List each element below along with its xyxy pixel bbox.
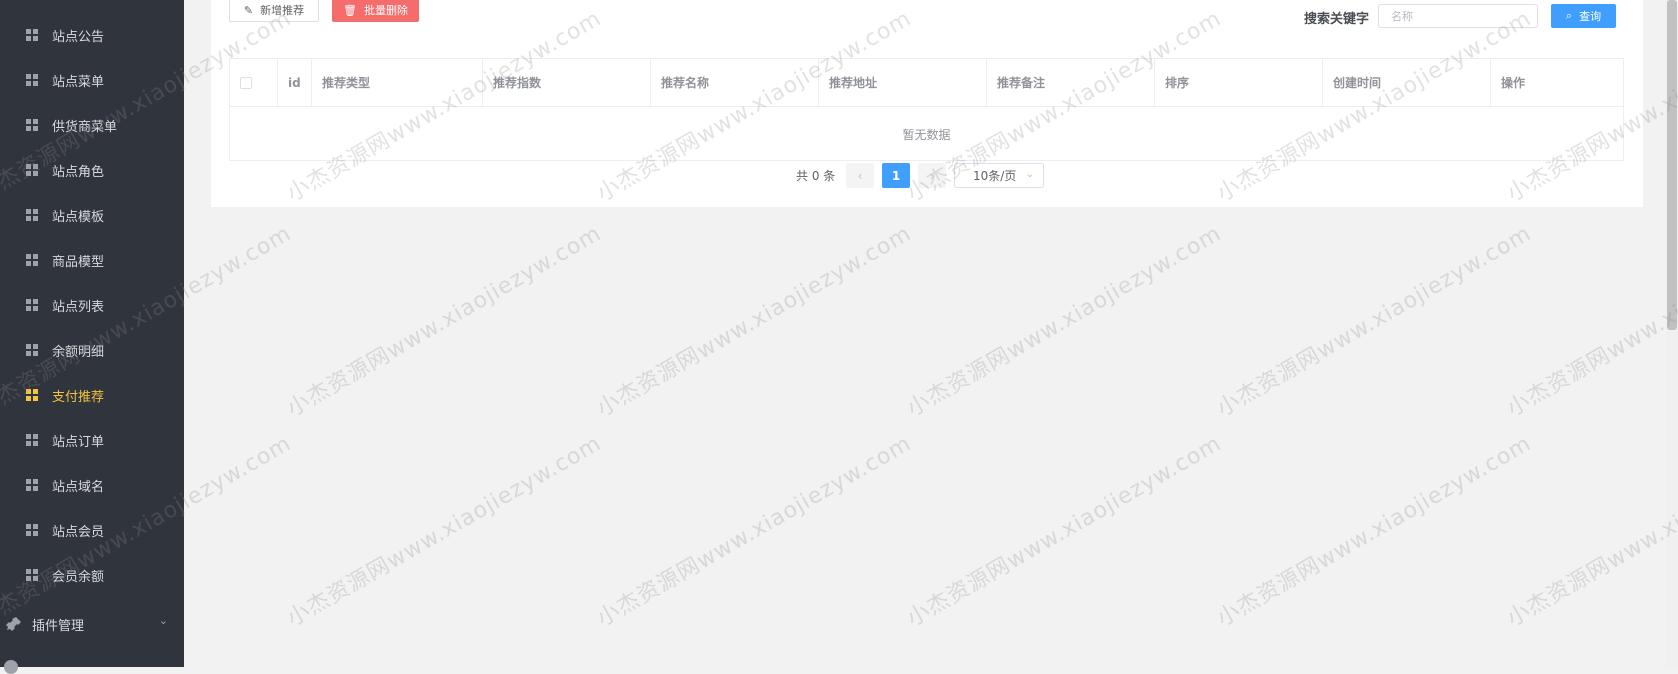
grid-icon	[26, 299, 38, 311]
column-sort: 排序	[1155, 59, 1323, 106]
grid-icon	[26, 479, 38, 491]
sidebar-item-site-domain[interactable]: 站点域名	[0, 465, 184, 505]
user-icon	[4, 660, 18, 674]
sidebar-item-label: 余额明细	[52, 344, 105, 360]
add-recommend-button[interactable]: ✎ 新增推荐	[229, 0, 319, 22]
watermark-text: 小杰资源网www.xiaojiezyw.com	[903, 431, 1226, 632]
sidebar-item-label: 站点会员	[52, 524, 105, 540]
watermark-text: 小杰资源网www.xiaojiezyw.com	[593, 221, 916, 422]
sidebar-item-site-menu[interactable]: 站点菜单	[0, 60, 184, 100]
select-all-checkbox[interactable]	[240, 76, 252, 89]
sidebar-group-label: 插件管理	[32, 618, 85, 634]
batch-delete-label: 批量删除	[363, 4, 408, 17]
sidebar-item-site-list[interactable]: 站点列表	[0, 285, 184, 325]
search-label: 搜索关键字	[1304, 12, 1370, 27]
grid-icon	[26, 74, 38, 86]
sidebar: 站点公告 站点菜单 供货商菜单 站点角色 站点模板 商品模型 站点列表 余额明细…	[0, 0, 184, 674]
sidebar-item-site-member[interactable]: 站点会员	[0, 510, 184, 550]
column-created-time: 创建时间	[1323, 59, 1491, 106]
grid-icon	[26, 389, 38, 401]
batch-delete-button[interactable]: 🗑 批量删除	[332, 0, 419, 22]
chevron-down-icon: ⌄	[158, 614, 168, 627]
plug-icon	[6, 617, 21, 631]
sidebar-item-label: 站点公告	[52, 29, 105, 45]
page-size-value: 10条/页	[973, 169, 1017, 183]
sidebar-item-product-model[interactable]: 商品模型	[0, 240, 184, 280]
sidebar-item-label: 商品模型	[52, 254, 105, 270]
grid-icon	[26, 524, 38, 536]
column-id: id	[278, 59, 312, 106]
search-input[interactable]	[1378, 4, 1538, 28]
sidebar-item-label: 站点域名	[52, 479, 105, 495]
grid-icon	[26, 434, 38, 446]
sidebar-item-supplier-menu[interactable]: 供货商菜单	[0, 105, 184, 145]
sidebar-item-member-balance[interactable]: 会员余额	[0, 555, 184, 595]
grid-icon	[26, 344, 38, 356]
pagination-total: 共 0 条	[796, 169, 836, 183]
sidebar-item-label: 站点角色	[52, 164, 105, 180]
watermark-text: 小杰资源网www.xiaojiezyw.com	[593, 431, 916, 632]
column-actions: 操作	[1501, 76, 1526, 90]
watermark-text: 小杰资源网www.xiaojiezyw.com	[1213, 221, 1536, 422]
sidebar-item-label: 站点模板	[52, 209, 105, 225]
column-recommend-index: 推荐指数	[483, 59, 651, 106]
grid-icon	[26, 164, 38, 176]
recommend-table: id 推荐类型 推荐指数 推荐名称 推荐地址 推荐备注 排序 创建时间 操作 暂…	[229, 58, 1624, 161]
pagination-prev-button[interactable]: ‹	[846, 163, 874, 188]
sidebar-item-label: 站点订单	[52, 434, 105, 450]
sidebar-item-label: 供货商菜单	[52, 119, 118, 135]
sidebar-item-payment-recommend[interactable]: 支付推荐	[0, 375, 184, 415]
sidebar-item-balance-detail[interactable]: 余额明细	[0, 330, 184, 370]
sidebar-item-label: 支付推荐	[52, 389, 105, 405]
column-recommend-type: 推荐类型	[312, 59, 483, 106]
grid-icon	[26, 119, 38, 131]
pagination-page-1[interactable]: 1	[882, 163, 910, 188]
table-empty-text: 暂无数据	[902, 127, 951, 142]
add-recommend-label: 新增推荐	[260, 4, 305, 17]
query-label: 查询	[1579, 10, 1602, 23]
grid-icon	[26, 209, 38, 221]
sidebar-item-site-notice[interactable]: 站点公告	[0, 15, 184, 55]
watermark-text: 小杰资源网www.xiaojiezyw.com	[283, 431, 606, 632]
column-recommend-name: 推荐名称	[651, 59, 819, 106]
sidebar-item-label: 站点菜单	[52, 74, 105, 90]
sidebar-item-site-order[interactable]: 站点订单	[0, 420, 184, 460]
grid-icon	[26, 254, 38, 266]
sidebar-item-site-template[interactable]: 站点模板	[0, 195, 184, 235]
chevron-down-icon: ⌄	[1025, 169, 1034, 180]
sidebar-item-label: 会员余额	[52, 569, 105, 585]
watermark-text: 小杰资源网www.xiaojiezyw.com	[903, 221, 1226, 422]
query-button[interactable]: ⌕ 查询	[1551, 4, 1616, 28]
watermark-text: 小杰资源网www.xiaojiezyw.com	[1503, 431, 1678, 632]
table-header: id 推荐类型 推荐指数 推荐名称 推荐地址 推荐备注 排序 创建时间 操作	[230, 59, 1623, 107]
edit-icon: ✎	[243, 3, 254, 17]
sidebar-group-plugin-management[interactable]: 插件管理 ⌄	[0, 604, 184, 644]
scrollbar-thumb[interactable]	[1667, 0, 1677, 330]
column-recommend-url: 推荐地址	[819, 59, 987, 106]
search-icon: ⌕	[1565, 9, 1573, 22]
pagination-next-button[interactable]: ›	[918, 163, 946, 188]
sidebar-item-label: 站点列表	[52, 299, 105, 315]
grid-icon	[26, 569, 38, 581]
trash-icon: 🗑	[343, 3, 357, 17]
sidebar-item-site-role[interactable]: 站点角色	[0, 150, 184, 190]
column-recommend-remark: 推荐备注	[987, 59, 1155, 106]
grid-icon	[26, 29, 38, 41]
page-size-select[interactable]: 10条/页 ⌄	[954, 163, 1044, 188]
watermark-text: 小杰资源网www.xiaojiezyw.com	[283, 221, 606, 422]
table-header-select	[230, 59, 278, 106]
watermark-text: 小杰资源网www.xiaojiezyw.com	[1213, 431, 1536, 632]
watermark-text: 小杰资源网www.xiaojiezyw.com	[1503, 221, 1678, 422]
